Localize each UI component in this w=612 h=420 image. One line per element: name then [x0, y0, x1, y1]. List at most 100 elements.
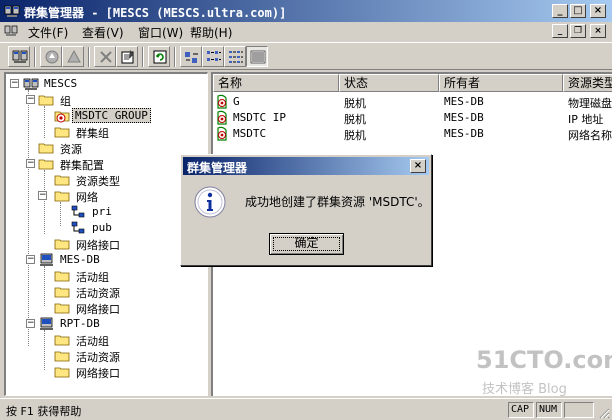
num-indicator: NUM	[536, 402, 562, 418]
dialog-close-button[interactable]: ×	[410, 159, 426, 173]
row-type: 网络名称	[568, 129, 612, 142]
connect-icon	[12, 50, 28, 63]
menu-bar: 文件(F) 查看(V) 窗口(W) 帮助(H)	[0, 22, 612, 40]
toolbar	[0, 42, 612, 70]
menu-help[interactable]: 帮助(H)	[190, 24, 232, 41]
server-icon	[40, 317, 53, 330]
properties-button[interactable]	[116, 46, 138, 67]
resource-offline-icon	[217, 94, 227, 109]
folder-icon	[54, 351, 70, 362]
folder-icon	[54, 271, 70, 282]
minimize-button[interactable]: _	[552, 4, 568, 18]
ok-button[interactable]: 确定	[269, 233, 344, 255]
small-icons-icon	[207, 51, 221, 61]
cluster-icon	[23, 78, 39, 90]
tree-label: 资源	[60, 143, 82, 156]
folder-icon	[54, 303, 70, 314]
folder-icon	[54, 239, 70, 250]
row-name: MSDTC IP	[233, 111, 286, 124]
delete-icon	[100, 51, 112, 63]
dialog-message: 成功地创建了群集资源 'MSDTC'。	[245, 195, 430, 209]
row-name: MSDTC	[233, 127, 267, 140]
table-row[interactable]: MSDTC 脱机 MES-DB 网络名称	[213, 126, 612, 142]
tree-label: 活动资源	[76, 351, 120, 364]
bring-online-icon	[45, 50, 59, 64]
small-icons-button[interactable]	[202, 46, 224, 67]
row-name: G	[233, 95, 240, 108]
info-icon	[194, 186, 226, 218]
list-view-icon	[229, 51, 243, 63]
tree-label: MESCS	[44, 77, 78, 90]
message-dialog: 群集管理器 × 成功地创建了群集资源 'MSDTC'。 确定	[180, 154, 432, 266]
tree-label: MSDTC GROUP	[72, 108, 151, 123]
tree-label: 资源类型	[76, 175, 120, 188]
cluster-admin-icon	[4, 5, 20, 17]
folder-icon	[54, 127, 70, 138]
row-owner: MES-DB	[444, 95, 484, 108]
details-view-icon	[250, 50, 266, 64]
resize-grip-icon[interactable]	[598, 407, 610, 419]
toolbar-separator	[174, 47, 176, 67]
connect-button[interactable]	[8, 46, 30, 67]
tree-label: 网络接口	[76, 367, 120, 380]
cluster-tree[interactable]: − MESCS − 组 MSDTC GROUP 群集组 资源 − 群集配置 资源…	[4, 72, 208, 396]
network-icon	[71, 205, 85, 218]
bring-online-button[interactable]	[40, 46, 62, 67]
folder-open-icon	[38, 159, 54, 170]
tree-label: pri	[92, 205, 112, 218]
tree-label: 网络	[76, 191, 98, 204]
properties-icon	[121, 50, 134, 64]
delete-button[interactable]	[94, 46, 116, 67]
menu-file[interactable]: 文件(F)	[28, 24, 68, 41]
network-icon	[71, 221, 85, 234]
column-header-type[interactable]: 资源类型	[563, 74, 612, 92]
resource-offline-icon	[217, 126, 227, 141]
large-icons-button[interactable]	[180, 46, 202, 67]
tree-label: 网络接口	[76, 239, 120, 252]
watermark-line1: 51CTO.com	[476, 346, 612, 374]
large-icons-icon	[185, 52, 198, 63]
menu-window[interactable]: 窗口(W)	[138, 24, 183, 41]
row-type: IP 地址	[568, 113, 604, 126]
column-header-state[interactable]: 状态	[339, 74, 439, 92]
list-view-button[interactable]	[224, 46, 246, 67]
mdi-restore-button[interactable]: ❐	[570, 24, 586, 38]
take-offline-button[interactable]	[62, 46, 84, 67]
toolbar-separator	[88, 47, 90, 67]
status-text: 按 F1 获得帮助	[6, 405, 82, 418]
maximize-button[interactable]: □	[570, 4, 586, 18]
folder-open-icon	[38, 95, 54, 106]
tree-label: 群集组	[76, 127, 109, 140]
toolbar-separator	[34, 47, 36, 67]
title-bar: 群集管理器 - [MESCS (MESCS.ultra.com)] _ □ ×	[0, 0, 612, 22]
column-header-name[interactable]: 名称	[213, 74, 339, 92]
row-type: 物理磁盘	[568, 97, 612, 110]
refresh-button[interactable]	[148, 46, 170, 67]
table-row[interactable]: MSDTC IP 脱机 MES-DB IP 地址	[213, 110, 612, 126]
row-owner: MES-DB	[444, 127, 484, 140]
refresh-icon	[153, 50, 167, 64]
take-offline-icon	[67, 49, 81, 63]
watermark-line2: 技术博客 Blog	[482, 382, 567, 397]
folder-icon	[38, 143, 54, 154]
cluster-doc-icon[interactable]	[4, 24, 18, 38]
details-view-button[interactable]	[246, 46, 268, 67]
toolbar-separator	[142, 47, 144, 67]
tree-label: 网络接口	[76, 303, 120, 316]
tree-label: MES-DB	[60, 253, 100, 266]
watermark: 51CTO.com 技术博客 Blog	[476, 346, 612, 397]
dialog-title-bar: 群集管理器 ×	[183, 157, 429, 175]
table-row[interactable]: G 脱机 MES-DB 物理磁盘	[213, 94, 612, 110]
scroll-indicator	[564, 402, 594, 418]
status-bar: 按 F1 获得帮助 CAP NUM	[0, 398, 612, 420]
tree-label: 活动组	[76, 335, 109, 348]
dialog-title: 群集管理器	[187, 161, 248, 175]
mdi-close-button[interactable]: ×	[590, 24, 606, 38]
tree-label: 活动资源	[76, 287, 120, 300]
column-header-owner[interactable]: 所有者	[439, 74, 563, 92]
folder-icon	[54, 175, 70, 186]
menu-view[interactable]: 查看(V)	[82, 24, 124, 41]
row-state: 脱机	[344, 97, 366, 110]
close-button[interactable]: ×	[590, 4, 606, 18]
mdi-minimize-button[interactable]: _	[552, 24, 568, 38]
